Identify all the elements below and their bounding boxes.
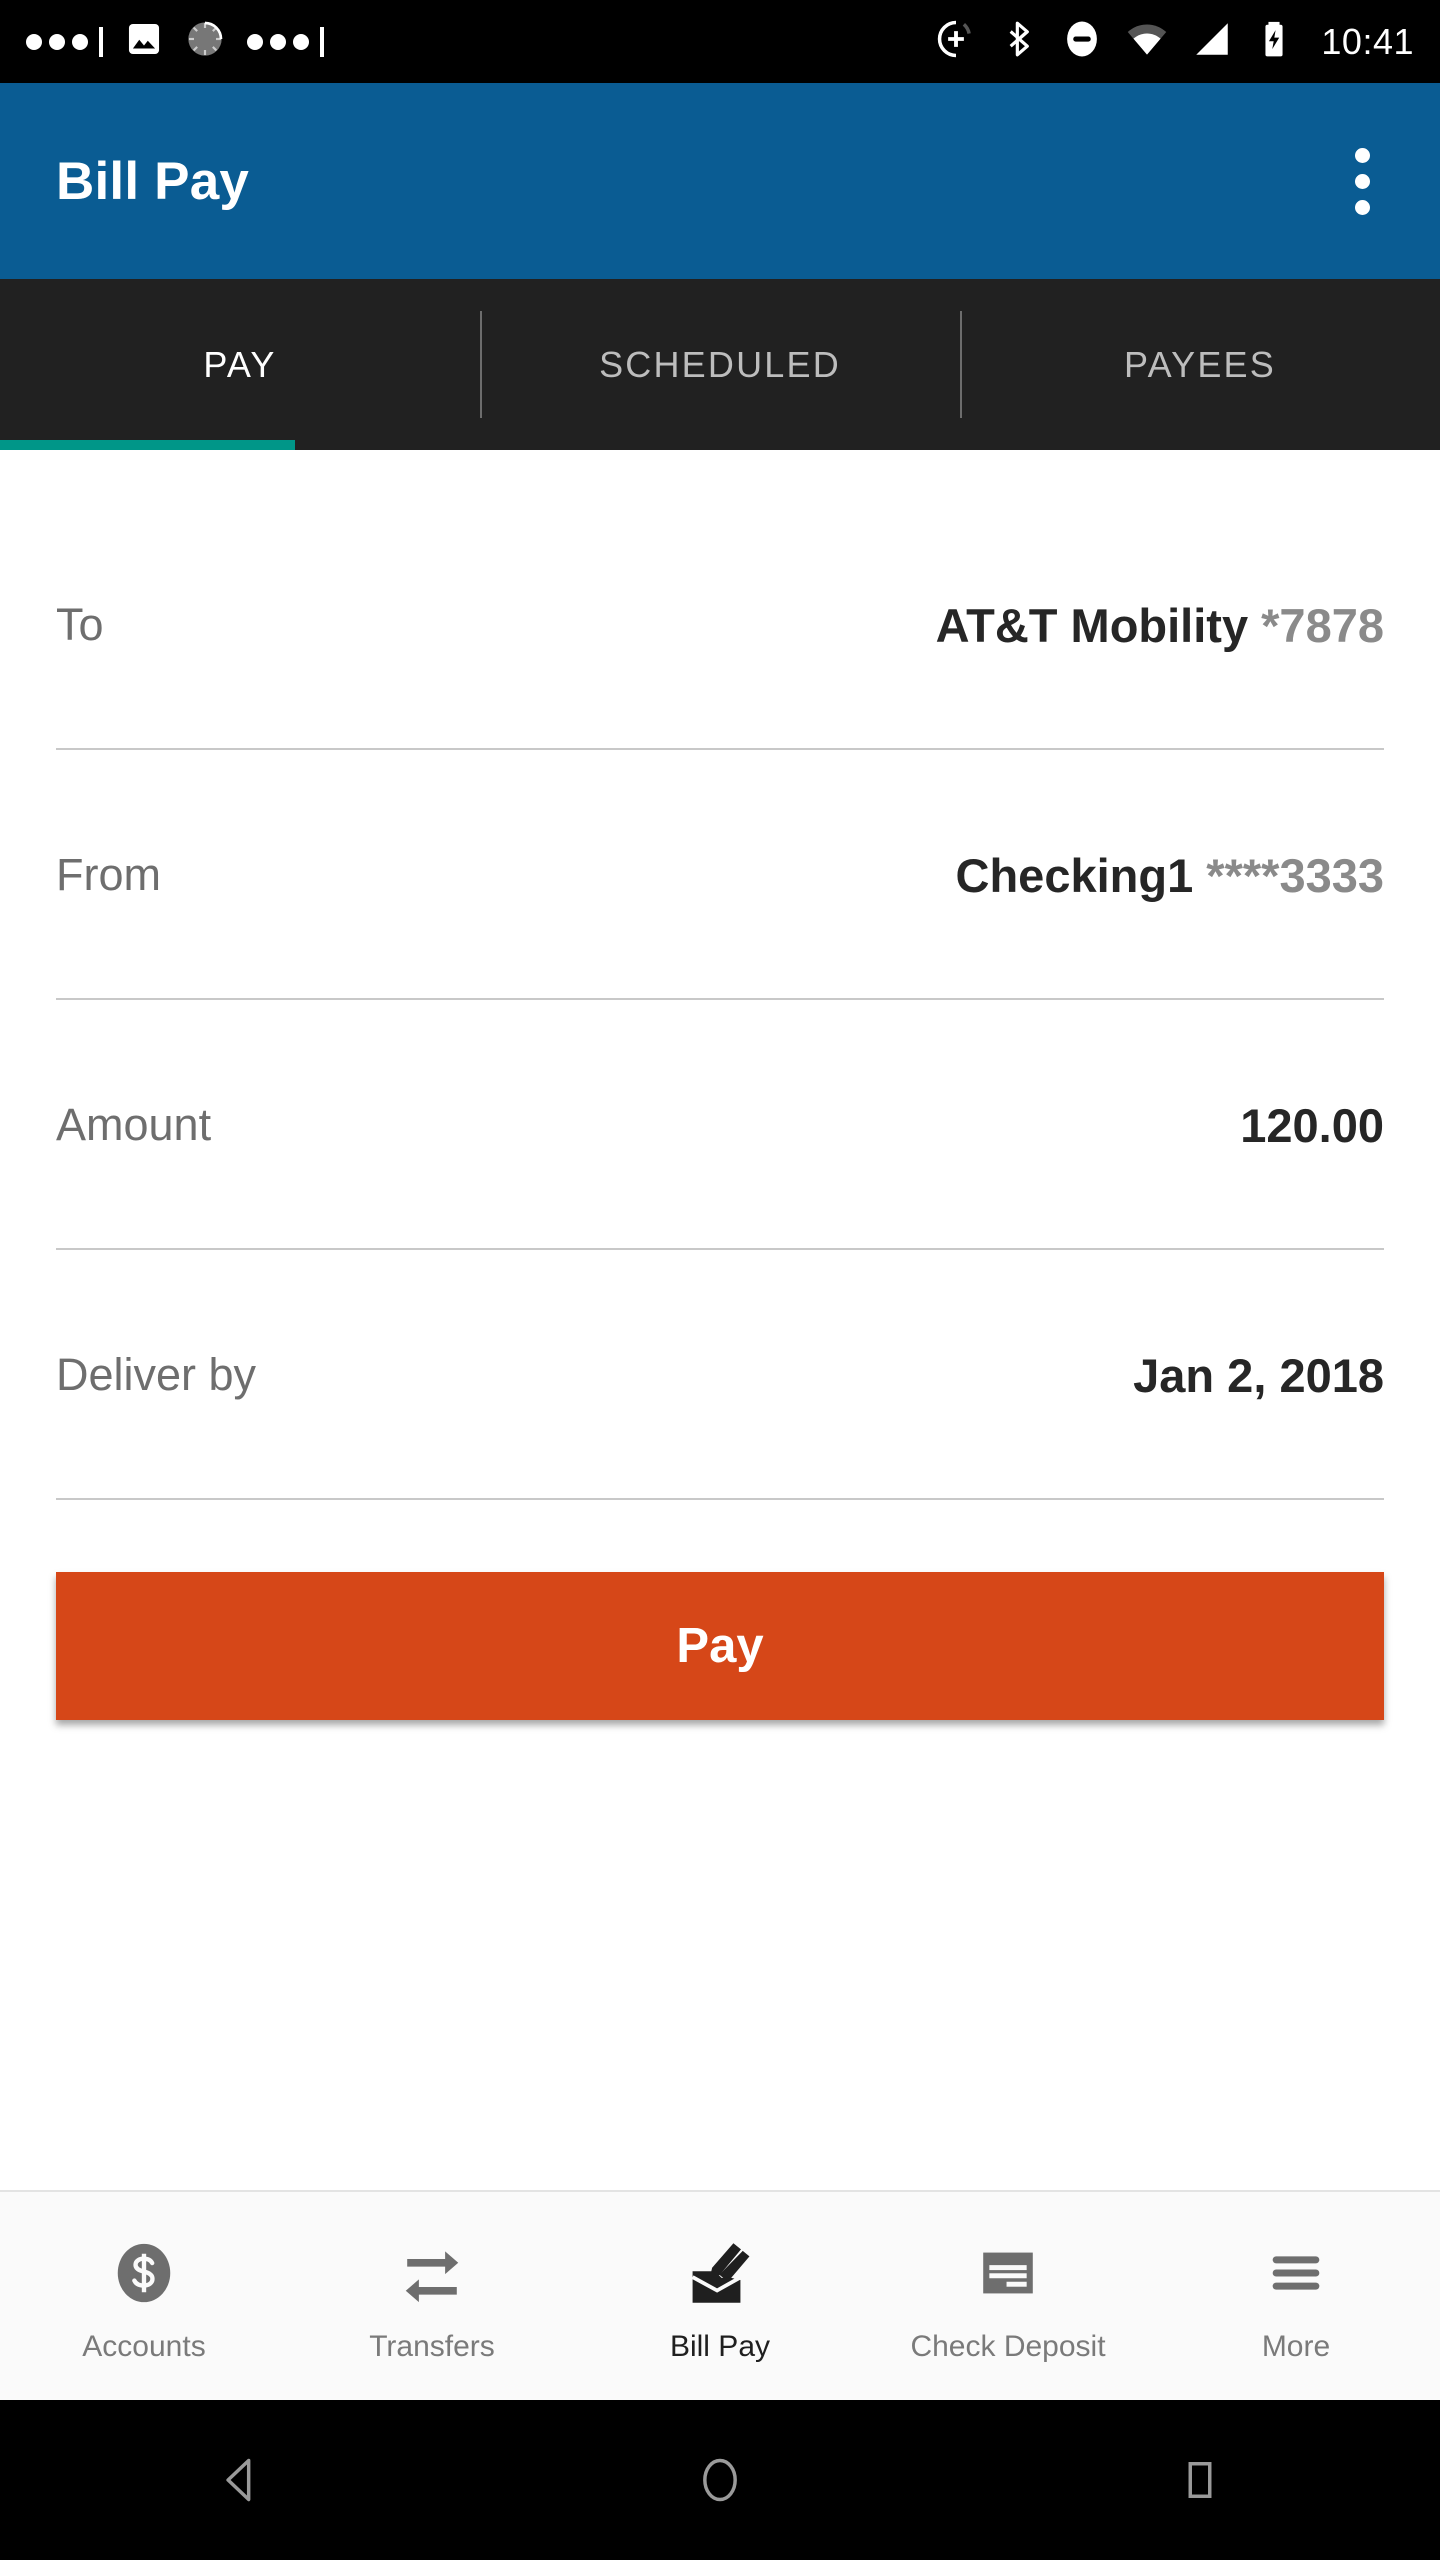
form-row-to[interactable]: To AT&T Mobility *7878 <box>56 500 1384 750</box>
nav-item-check-deposit[interactable]: Check Deposit <box>864 2192 1152 2400</box>
nav-item-bill-pay-label: Bill Pay <box>669 2330 771 2363</box>
nav-item-transfers[interactable]: Transfers <box>288 2192 576 2400</box>
nav-item-accounts-label: Accounts <box>82 2330 206 2363</box>
tab-bar: PAY SCHEDULED PAYEES <box>0 279 1440 450</box>
dots-indicator-icon <box>26 26 103 57</box>
form-row-deliver-by[interactable]: Deliver by Jan 2, 2018 <box>56 1250 1384 1500</box>
page-title: Bill Pay <box>56 151 250 211</box>
deliver-by-value: Jan 2, 2018 <box>1133 1348 1384 1402</box>
phone-screen: 10:41 Bill Pay PAY SCHEDULED PAYEES To A… <box>0 0 1440 2560</box>
tab-pay[interactable]: PAY <box>0 279 480 450</box>
transfer-arrows-icon <box>397 2236 467 2310</box>
android-status-bar: 10:41 <box>0 0 1440 83</box>
battery-charging-icon <box>1255 20 1293 63</box>
check-deposit-icon <box>973 2236 1043 2310</box>
amount-value: 120.00 <box>1240 1098 1384 1152</box>
cellular-signal-icon <box>1191 18 1233 65</box>
form-rows: To AT&T Mobility *7878 From Checking1 **… <box>0 500 1440 1500</box>
status-bar-clock: 10:41 <box>1321 20 1414 62</box>
tab-active-indicator <box>0 440 295 450</box>
nav-item-more[interactable]: More <box>1152 2192 1440 2400</box>
image-icon <box>125 20 163 63</box>
android-navigation-bar <box>0 2400 1440 2560</box>
home-button[interactable] <box>630 2400 810 2560</box>
status-bar-left-icons <box>26 19 324 64</box>
to-value: AT&T Mobility *7878 <box>936 598 1384 653</box>
pay-form: To AT&T Mobility *7878 From Checking1 **… <box>0 450 1440 2190</box>
from-account-mask: ****3333 <box>1206 848 1384 902</box>
bottom-navigation-bar: Accounts Transfers Bill Pay Check Deposi… <box>0 2190 1440 2400</box>
form-row-amount[interactable]: Amount 120.00 <box>56 1000 1384 1250</box>
do-not-disturb-icon <box>1061 18 1103 65</box>
hamburger-menu-icon <box>1261 2236 1331 2310</box>
from-value: Checking1 ****3333 <box>956 848 1384 903</box>
nav-item-bill-pay[interactable]: Bill Pay <box>576 2192 864 2400</box>
bill-pay-icon <box>685 2236 755 2310</box>
tab-scheduled-label: SCHEDULED <box>599 343 841 385</box>
app-bar: Bill Pay <box>0 83 1440 279</box>
from-account-name: Checking1 <box>955 848 1207 902</box>
dots-indicator-icon-2 <box>247 26 324 57</box>
form-row-from[interactable]: From Checking1 ****3333 <box>56 750 1384 1000</box>
status-bar-right-icons: 10:41 <box>935 17 1414 66</box>
deliver-by-label: Deliver by <box>56 1349 257 1400</box>
tab-scheduled[interactable]: SCHEDULED <box>480 279 960 450</box>
back-button[interactable] <box>150 2400 330 2560</box>
to-label: To <box>56 599 104 650</box>
nav-item-check-deposit-label: Check Deposit <box>910 2330 1106 2363</box>
to-account-mask: *7878 <box>1261 598 1384 652</box>
nav-item-transfers-label: Transfers <box>369 2330 495 2363</box>
recent-apps-button[interactable] <box>1110 2400 1290 2560</box>
loading-spinner-icon <box>185 19 225 64</box>
amount-label: Amount <box>56 1099 212 1150</box>
bluetooth-icon <box>999 19 1039 64</box>
nav-item-accounts[interactable]: Accounts <box>0 2192 288 2400</box>
add-circle-icon <box>935 18 977 65</box>
overflow-menu-icon[interactable] <box>1341 130 1384 233</box>
nav-item-more-label: More <box>1261 2330 1331 2363</box>
wifi-icon <box>1125 17 1169 66</box>
dollar-circle-icon <box>109 2236 179 2310</box>
tab-pay-label: PAY <box>203 343 277 385</box>
tab-payees[interactable]: PAYEES <box>960 279 1440 450</box>
tab-payees-label: PAYEES <box>1124 343 1276 385</box>
to-payee-name: AT&T Mobility <box>935 598 1262 652</box>
pay-button[interactable]: Pay <box>56 1572 1384 1720</box>
from-label: From <box>56 849 161 900</box>
